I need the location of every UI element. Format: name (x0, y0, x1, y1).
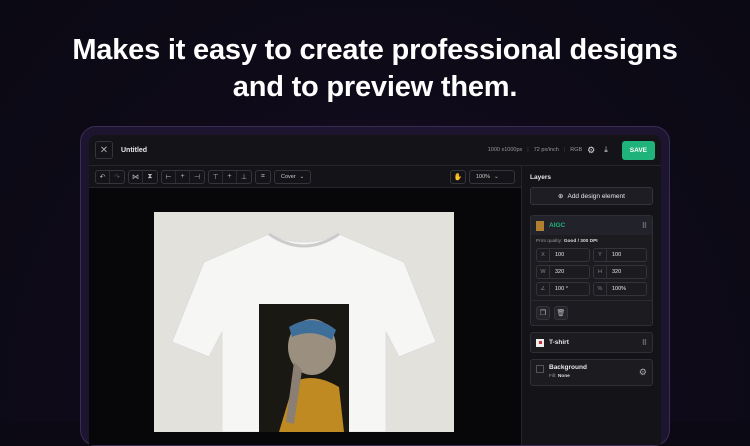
add-design-element-button[interactable]: ⊕ Add design element (530, 187, 653, 205)
save-button[interactable]: SAVE (621, 140, 655, 160)
layers-title: Layers (530, 174, 551, 181)
align-top-icon[interactable]: ⊤ (209, 170, 223, 183)
layer-thumbnail (536, 220, 544, 231)
add-label: Add design element (567, 192, 625, 200)
align-right-icon[interactable]: ⊣ (190, 171, 204, 183)
fill-info: Fill: None (549, 374, 570, 379)
layers-panel: Layers ⊕ Add design element AIGC ⠿ Print q… (521, 166, 661, 445)
height-field[interactable]: H 320 (593, 265, 647, 279)
duplicate-icon[interactable]: ❐ (536, 306, 550, 320)
opacity-field[interactable]: % 100% (593, 282, 647, 296)
drag-handle-icon[interactable]: ⠿ (642, 339, 647, 347)
toolbar: ↶ ↷ ⋈ ⧗ ⊢ + ⊣ ⊤ + ⊥ ⌗ Cover ⌄ ✋ 100% ⌄ (89, 166, 521, 188)
align-left-icon[interactable]: ⊢ (162, 170, 176, 183)
layer-name: T-shirt (549, 339, 569, 346)
gear-icon[interactable]: ⚙ (587, 145, 595, 156)
flip-horizontal-icon[interactable]: ⋈ (129, 170, 143, 183)
align-center-h-icon[interactable]: + (176, 170, 190, 183)
headline: Makes it easy to create professional des… (0, 32, 750, 106)
angle-icon: ∠ (537, 283, 550, 295)
undo-icon[interactable]: ↶ (96, 170, 110, 183)
layer-thumbnail (536, 338, 544, 347)
fit-mode-select[interactable]: Cover ⌄ (274, 169, 312, 184)
x-field[interactable]: X 100 (536, 248, 590, 262)
opacity-icon: % (594, 283, 607, 295)
width-field[interactable]: W 320 (536, 265, 590, 279)
download-icon[interactable]: ⤓ (604, 145, 608, 155)
tshirt-mockup[interactable] (154, 212, 454, 433)
crop-icon[interactable]: ⌗ (256, 171, 270, 183)
layer-name: AIGC (549, 222, 566, 229)
zoom-select[interactable]: 100% ⌄ (469, 169, 515, 184)
design-canvas[interactable] (89, 188, 521, 445)
drag-handle-icon[interactable]: ⠿ (642, 222, 647, 230)
flip-vertical-icon[interactable]: ⧗ (143, 171, 157, 183)
print-quality: Print quality: Good / 300 DPI (536, 239, 598, 244)
trash-icon[interactable]: 🗑 (554, 306, 568, 320)
editor-app: ✕ Untitled 1000 x1000px | 72 px/inch | RGB… (89, 135, 661, 445)
header: ✕ Untitled 1000 x1000px | 72 px/inch | RGB… (89, 135, 661, 166)
layer-background[interactable]: Background Fill: None ⚙ (530, 359, 653, 386)
no-fill-swatch (536, 365, 544, 373)
canvas-size: 1000 x1000px (487, 147, 523, 153)
plus-circle-icon: ⊕ (558, 193, 564, 200)
chevron-down-icon: ⌄ (494, 173, 499, 180)
rotation-field[interactable]: ∠ 100 ° (536, 282, 590, 296)
layer-name: Background (549, 364, 587, 371)
chevron-down-icon: ⌄ (299, 173, 305, 180)
document-title[interactable]: Untitled (121, 147, 480, 154)
headline-line-2: and to preview them. (232, 71, 518, 103)
fit-mode-value: Cover (281, 173, 296, 180)
y-field[interactable]: Y 100 (593, 248, 647, 262)
hand-tool-icon[interactable]: ✋ (451, 171, 465, 183)
gear-icon[interactable]: ⚙ (639, 367, 647, 378)
document-meta: 1000 x1000px | 72 px/inch | RGB ⚙ ⤓ (487, 144, 608, 156)
headline-line-1: Makes it easy to create professional des… (72, 34, 678, 66)
device-frame: ✕ Untitled 1000 x1000px | 72 px/inch | RGB… (80, 126, 670, 446)
close-button[interactable]: ✕ (95, 141, 113, 159)
redo-icon[interactable]: ↷ (110, 171, 124, 183)
resolution: 72 px/inch (533, 147, 559, 153)
layer-aigc[interactable]: AIGC ⠿ Print quality: Good / 300 DPI X 100… (530, 215, 653, 326)
layer-tshirt[interactable]: T-shirt ⠿ (530, 332, 653, 353)
align-bottom-icon[interactable]: ⊥ (237, 171, 251, 183)
align-middle-icon[interactable]: + (223, 170, 237, 183)
color-mode: RGB (570, 147, 583, 153)
zoom-value: 100% (476, 173, 491, 180)
